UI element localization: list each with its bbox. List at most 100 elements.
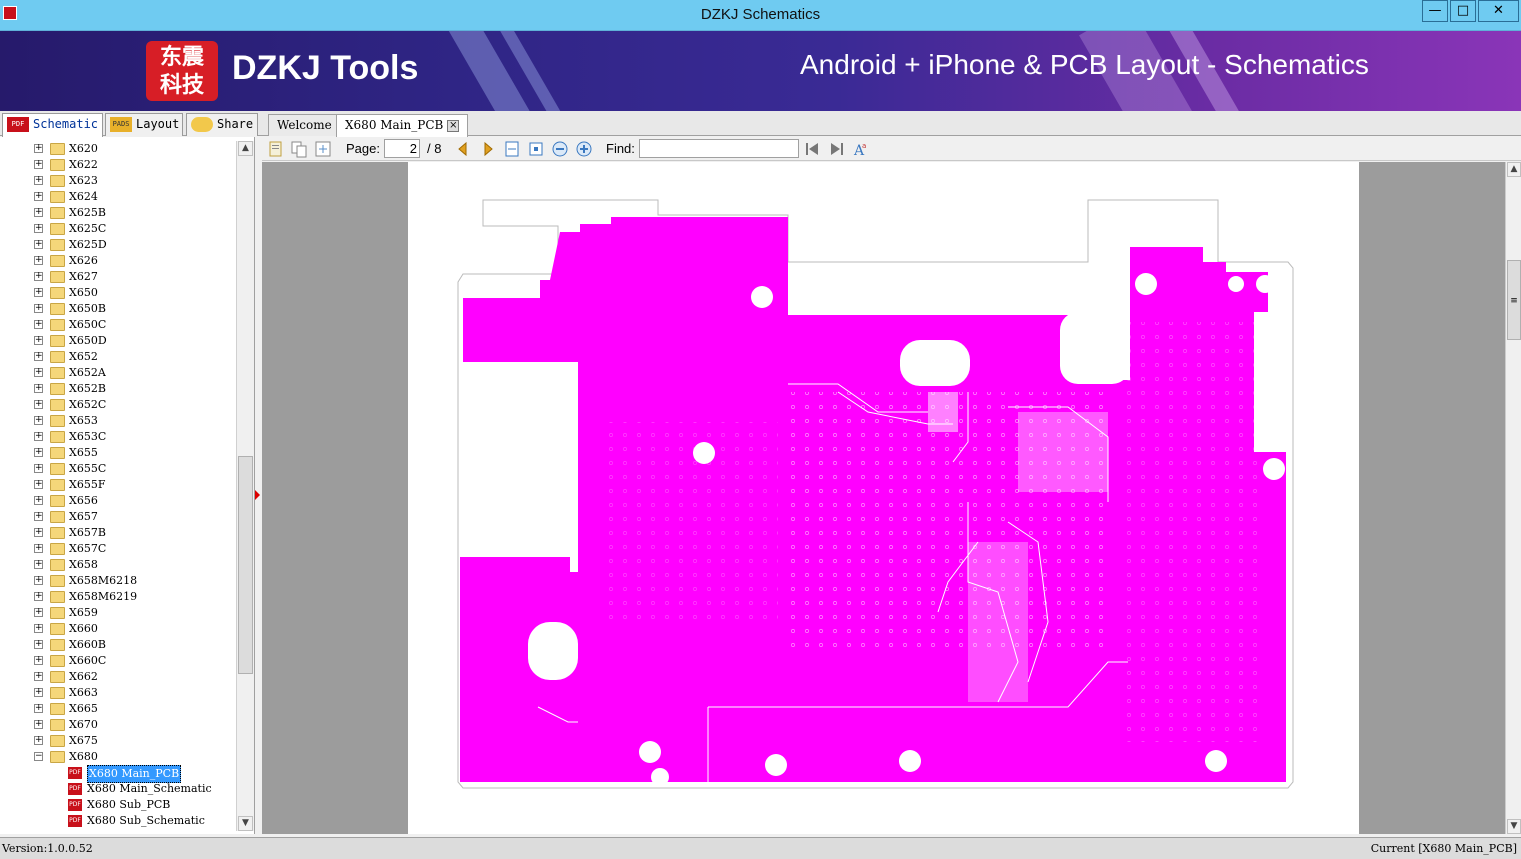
- tree-folder[interactable]: + X675: [0, 733, 236, 749]
- tree-folder[interactable]: + X652B: [0, 381, 236, 397]
- expand-icon[interactable]: +: [34, 592, 43, 601]
- tree-folder[interactable]: + X652C: [0, 397, 236, 413]
- tree-file[interactable]: PDF X680 Sub_PCB: [0, 797, 236, 813]
- expand-icon[interactable]: +: [34, 640, 43, 649]
- tree-file[interactable]: PDF X680 Sub_Schematic: [0, 813, 236, 829]
- tree-file[interactable]: PDF X680 Main_Schematic: [0, 781, 236, 797]
- expand-icon[interactable]: +: [34, 160, 43, 169]
- viewer-scroll-thumb[interactable]: ≡: [1507, 260, 1521, 340]
- expand-icon[interactable]: +: [34, 192, 43, 201]
- expand-icon[interactable]: +: [34, 288, 43, 297]
- next-page-icon[interactable]: [479, 140, 497, 158]
- expand-icon[interactable]: +: [34, 688, 43, 697]
- expand-icon[interactable]: +: [34, 656, 43, 665]
- find-previous-icon[interactable]: [803, 140, 821, 158]
- expand-icon[interactable]: +: [34, 336, 43, 345]
- expand-icon[interactable]: +: [34, 624, 43, 633]
- viewer-scrollbar-track[interactable]: ▲ ≡ ▼: [1505, 162, 1521, 834]
- expand-icon[interactable]: +: [34, 432, 43, 441]
- tree-folder[interactable]: + X650B: [0, 301, 236, 317]
- expand-icon[interactable]: +: [34, 368, 43, 377]
- expand-icon[interactable]: +: [34, 528, 43, 537]
- copy-page-icon[interactable]: [290, 140, 308, 158]
- expand-icon[interactable]: +: [34, 144, 43, 153]
- tree-folder[interactable]: + X653: [0, 413, 236, 429]
- tree-folder[interactable]: + X652A: [0, 365, 236, 381]
- tree-scrollbar[interactable]: ▲ ▼: [236, 141, 254, 831]
- find-next-icon[interactable]: [828, 140, 846, 158]
- expand-icon[interactable]: +: [34, 672, 43, 681]
- expand-icon[interactable]: +: [34, 384, 43, 393]
- tree-folder[interactable]: + X660C: [0, 653, 236, 669]
- expand-icon[interactable]: +: [34, 352, 43, 361]
- tree-folder[interactable]: + X660: [0, 621, 236, 637]
- tree-folder[interactable]: + X623: [0, 173, 236, 189]
- scroll-up-icon[interactable]: ▲: [238, 141, 253, 156]
- expand-icon[interactable]: +: [34, 176, 43, 185]
- tree-folder[interactable]: + X660B: [0, 637, 236, 653]
- scroll-thumb[interactable]: [238, 456, 253, 674]
- expand-icon[interactable]: +: [34, 576, 43, 585]
- tree-folder[interactable]: + X657: [0, 509, 236, 525]
- scroll-down-icon[interactable]: ▼: [238, 816, 253, 831]
- fit-width-icon[interactable]: [503, 140, 521, 158]
- zoom-out-icon[interactable]: [551, 140, 569, 158]
- tree-folder[interactable]: + X650C: [0, 317, 236, 333]
- tree-folder[interactable]: + X652: [0, 349, 236, 365]
- minimize-button[interactable]: —: [1422, 0, 1448, 22]
- expand-icon[interactable]: +: [34, 512, 43, 521]
- fit-page-icon[interactable]: [314, 140, 332, 158]
- tab-schematic[interactable]: PDF Schematic: [2, 113, 103, 137]
- maximize-button[interactable]: □: [1450, 0, 1476, 22]
- expand-icon[interactable]: +: [34, 416, 43, 425]
- expand-icon[interactable]: +: [34, 560, 43, 569]
- expand-icon[interactable]: +: [34, 608, 43, 617]
- tree-folder[interactable]: + X657C: [0, 541, 236, 557]
- tab-share[interactable]: Share: [186, 113, 258, 136]
- tree-folder[interactable]: + X622: [0, 157, 236, 173]
- tree-folder[interactable]: + X625C: [0, 221, 236, 237]
- tree-folder[interactable]: + X655C: [0, 461, 236, 477]
- tree-file[interactable]: PDF X680 Main_PCB: [0, 765, 236, 783]
- tab-x680-main-pcb[interactable]: X680 Main_PCB ×: [336, 114, 469, 137]
- zoom-in-icon[interactable]: [575, 140, 593, 158]
- collapse-icon[interactable]: −: [34, 752, 43, 761]
- tree-folder[interactable]: + X658M6218: [0, 573, 236, 589]
- tree-folder[interactable]: + X662: [0, 669, 236, 685]
- pages-icon[interactable]: [267, 140, 285, 158]
- expand-icon[interactable]: +: [34, 464, 43, 473]
- expand-icon[interactable]: +: [34, 496, 43, 505]
- tree-folder[interactable]: + X627: [0, 269, 236, 285]
- tree-folder[interactable]: + X620: [0, 141, 236, 157]
- tree-folder[interactable]: + X665: [0, 701, 236, 717]
- tree-folder[interactable]: + X650: [0, 285, 236, 301]
- tree-folder[interactable]: + X658: [0, 557, 236, 573]
- tree-folder[interactable]: + X624: [0, 189, 236, 205]
- prev-page-icon[interactable]: [454, 140, 472, 158]
- close-button[interactable]: ✕: [1478, 0, 1519, 22]
- page-input[interactable]: 2: [384, 139, 420, 158]
- expand-icon[interactable]: +: [34, 448, 43, 457]
- close-tab-icon[interactable]: ×: [447, 119, 460, 132]
- expand-icon[interactable]: +: [34, 320, 43, 329]
- tab-layout[interactable]: PADS Layout: [105, 113, 183, 136]
- tree-folder[interactable]: + X657B: [0, 525, 236, 541]
- tree-folder[interactable]: + X625B: [0, 205, 236, 221]
- expand-icon[interactable]: +: [34, 224, 43, 233]
- tree-folder[interactable]: + X625D: [0, 237, 236, 253]
- actual-size-icon[interactable]: [527, 140, 545, 158]
- tree-folder[interactable]: + X670: [0, 717, 236, 733]
- expand-icon[interactable]: +: [34, 736, 43, 745]
- expand-icon[interactable]: +: [34, 272, 43, 281]
- tab-welcome[interactable]: Welcome: [268, 114, 341, 136]
- tree-folder[interactable]: + X663: [0, 685, 236, 701]
- document-viewer[interactable]: ▲ ▼: [262, 162, 1505, 834]
- splitter-arrow-icon[interactable]: [255, 490, 260, 500]
- tree-folder[interactable]: + X653C: [0, 429, 236, 445]
- viewer-scroll-down-icon[interactable]: ▼: [1507, 819, 1521, 834]
- viewer-scroll-up-icon[interactable]: ▲: [1507, 162, 1521, 177]
- tree-folder[interactable]: + X650D: [0, 333, 236, 349]
- tree-folder[interactable]: + X658M6219: [0, 589, 236, 605]
- tree-folder[interactable]: + X659: [0, 605, 236, 621]
- tree-folder[interactable]: + X626: [0, 253, 236, 269]
